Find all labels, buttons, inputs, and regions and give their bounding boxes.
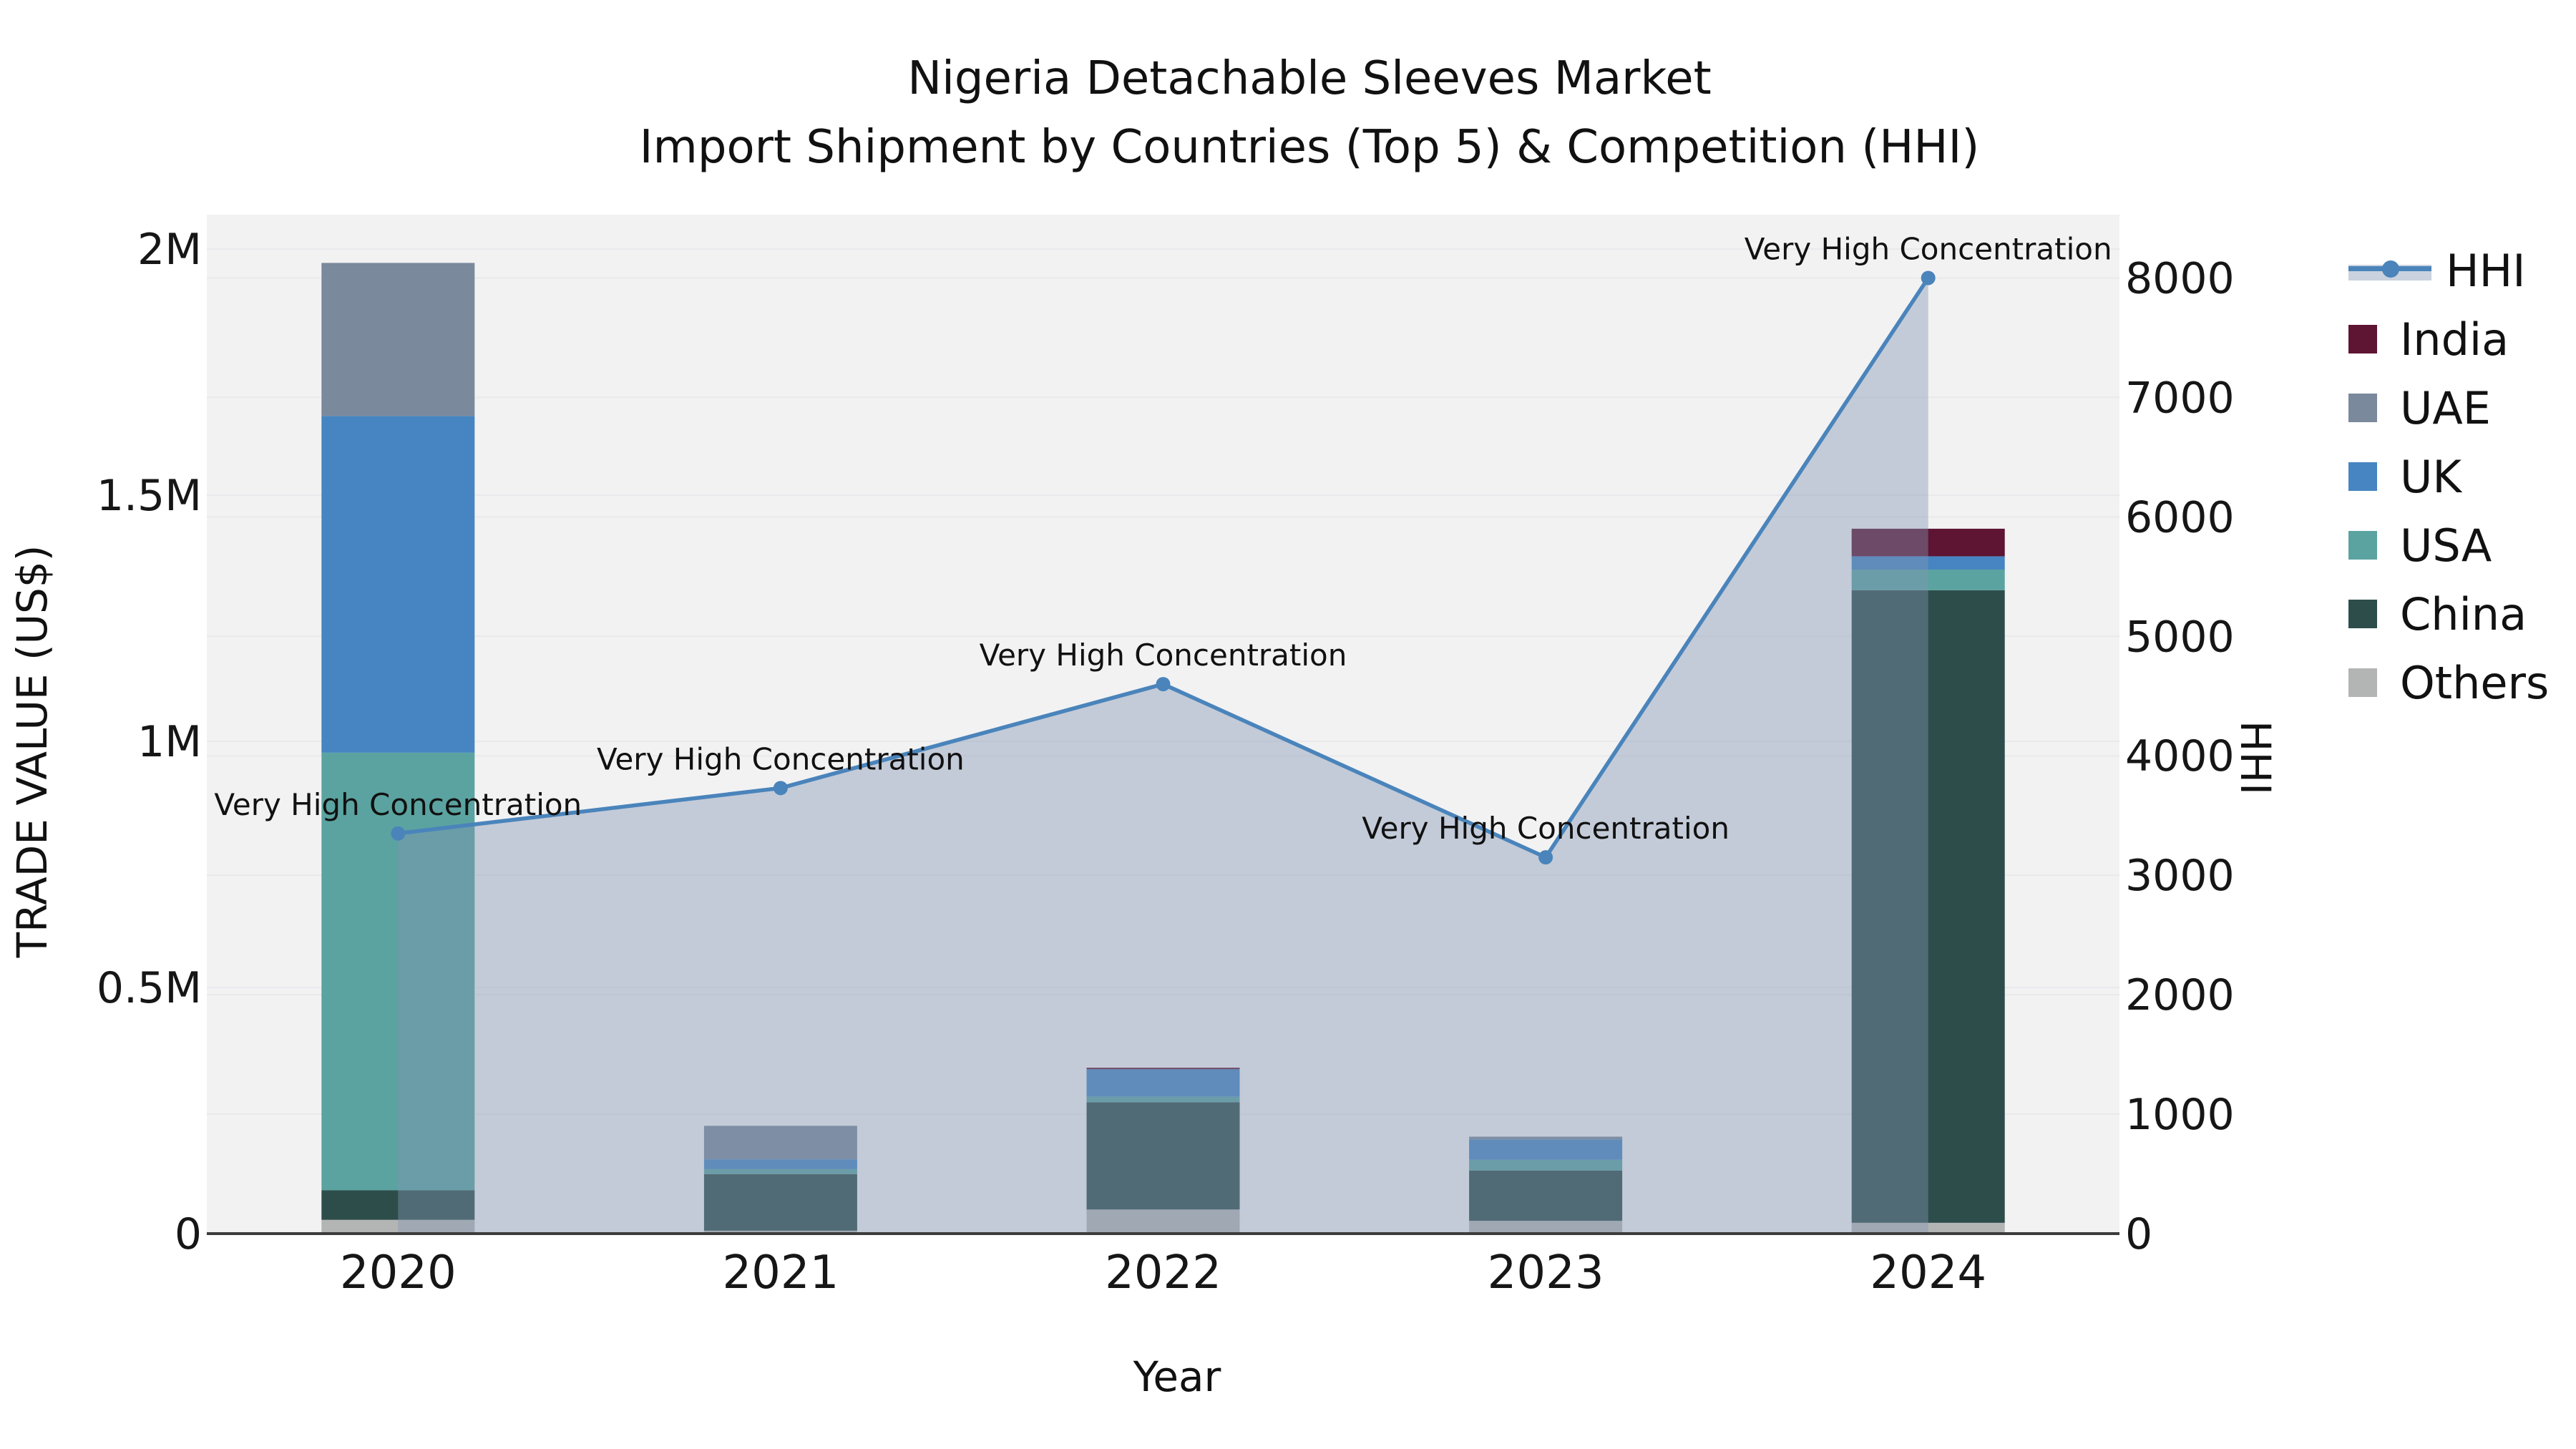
y-right-tick-6000: 6000 <box>2125 492 2235 542</box>
chart-title-line1: Nigeria Detachable Sleeves Market <box>907 52 1712 105</box>
hhi-marker-2022 <box>1156 677 1171 692</box>
x-tick-2022: 2022 <box>1105 1246 1221 1299</box>
legend-label-india: India <box>2400 313 2509 366</box>
legend-label-uae: UAE <box>2400 381 2491 434</box>
y-right-tick-8000: 8000 <box>2125 253 2235 303</box>
chart-title-line2: Import Shipment by Countries (Top 5) & C… <box>639 121 1980 174</box>
hhi-annotation-2022: Very High Concentration <box>980 638 1347 673</box>
legend-label-hhi: HHI <box>2446 244 2526 297</box>
y-axis-label-right: HHI <box>2231 720 2280 796</box>
y-left-tick-2M: 2M <box>137 225 202 275</box>
y-right-tick-1000: 1000 <box>2125 1090 2235 1140</box>
y-left-tick-1M: 1M <box>137 717 202 767</box>
legend-item-india: India <box>2348 305 2549 374</box>
hhi-annotation-2020: Very High Concentration <box>214 787 582 822</box>
legend-swatch-usa <box>2348 531 2377 560</box>
legend-item-hhi: HHI <box>2348 236 2549 305</box>
legend: HHI India UAE UK USA China Others <box>2348 236 2549 717</box>
legend-label-china: China <box>2400 587 2527 640</box>
legend-label-uk: UK <box>2400 450 2462 503</box>
x-tick-2023: 2023 <box>1488 1246 1604 1299</box>
y-left-tick-0.5M: 0.5M <box>97 963 202 1013</box>
y-left-tick-1.5M: 1.5M <box>97 471 202 521</box>
bar-segment-uk-2020 <box>321 416 475 753</box>
legend-item-usa: USA <box>2348 511 2549 580</box>
legend-swatch-uk <box>2348 462 2377 491</box>
hhi-annotation-2021: Very High Concentration <box>597 741 965 776</box>
y-right-tick-4000: 4000 <box>2125 731 2235 781</box>
hhi-marker-2024 <box>1921 270 1936 286</box>
y-left-tick-0: 0 <box>175 1209 202 1259</box>
legend-hhi-line-icon <box>2348 260 2431 280</box>
y-right-tick-0: 0 <box>2125 1209 2152 1259</box>
bar-segment-uae-2020 <box>321 263 475 416</box>
legend-item-uk: UK <box>2348 442 2549 511</box>
chart-plot-area: Very High Concentration Very High Concent… <box>97 215 2235 1299</box>
legend-swatch-india <box>2348 325 2377 353</box>
x-tick-2020: 2020 <box>340 1246 457 1299</box>
x-tick-2024: 2024 <box>1870 1246 1986 1299</box>
y-right-tick-2000: 2000 <box>2125 970 2235 1020</box>
y-right-tick-5000: 5000 <box>2125 612 2235 662</box>
x-tick-2021: 2021 <box>722 1246 839 1299</box>
legend-swatch-uae <box>2348 394 2377 422</box>
legend-swatch-others <box>2348 668 2377 697</box>
y-axis-label-left: TRADE VALUE (US$) <box>8 545 57 958</box>
figure: Very High Concentration Very High Concent… <box>0 0 2576 1449</box>
legend-item-others: Others <box>2348 648 2549 717</box>
x-axis-label: Year <box>1133 1352 1221 1401</box>
hhi-marker-2021 <box>773 781 788 796</box>
hhi-marker-2023 <box>1538 850 1553 865</box>
hhi-annotation-2024: Very High Concentration <box>1745 231 2112 266</box>
legend-label-others: Others <box>2400 656 2550 709</box>
y-right-tick-7000: 7000 <box>2125 373 2235 423</box>
legend-item-china: China <box>2348 580 2549 648</box>
y-right-tick-3000: 3000 <box>2125 851 2235 901</box>
hhi-annotation-2023: Very High Concentration <box>1362 811 1729 846</box>
legend-swatch-china <box>2348 600 2377 628</box>
legend-item-uae: UAE <box>2348 374 2549 442</box>
legend-label-usa: USA <box>2400 519 2492 572</box>
chart-title: Nigeria Detachable Sleeves Market Import… <box>43 44 2576 182</box>
hhi-marker-2020 <box>391 826 406 841</box>
